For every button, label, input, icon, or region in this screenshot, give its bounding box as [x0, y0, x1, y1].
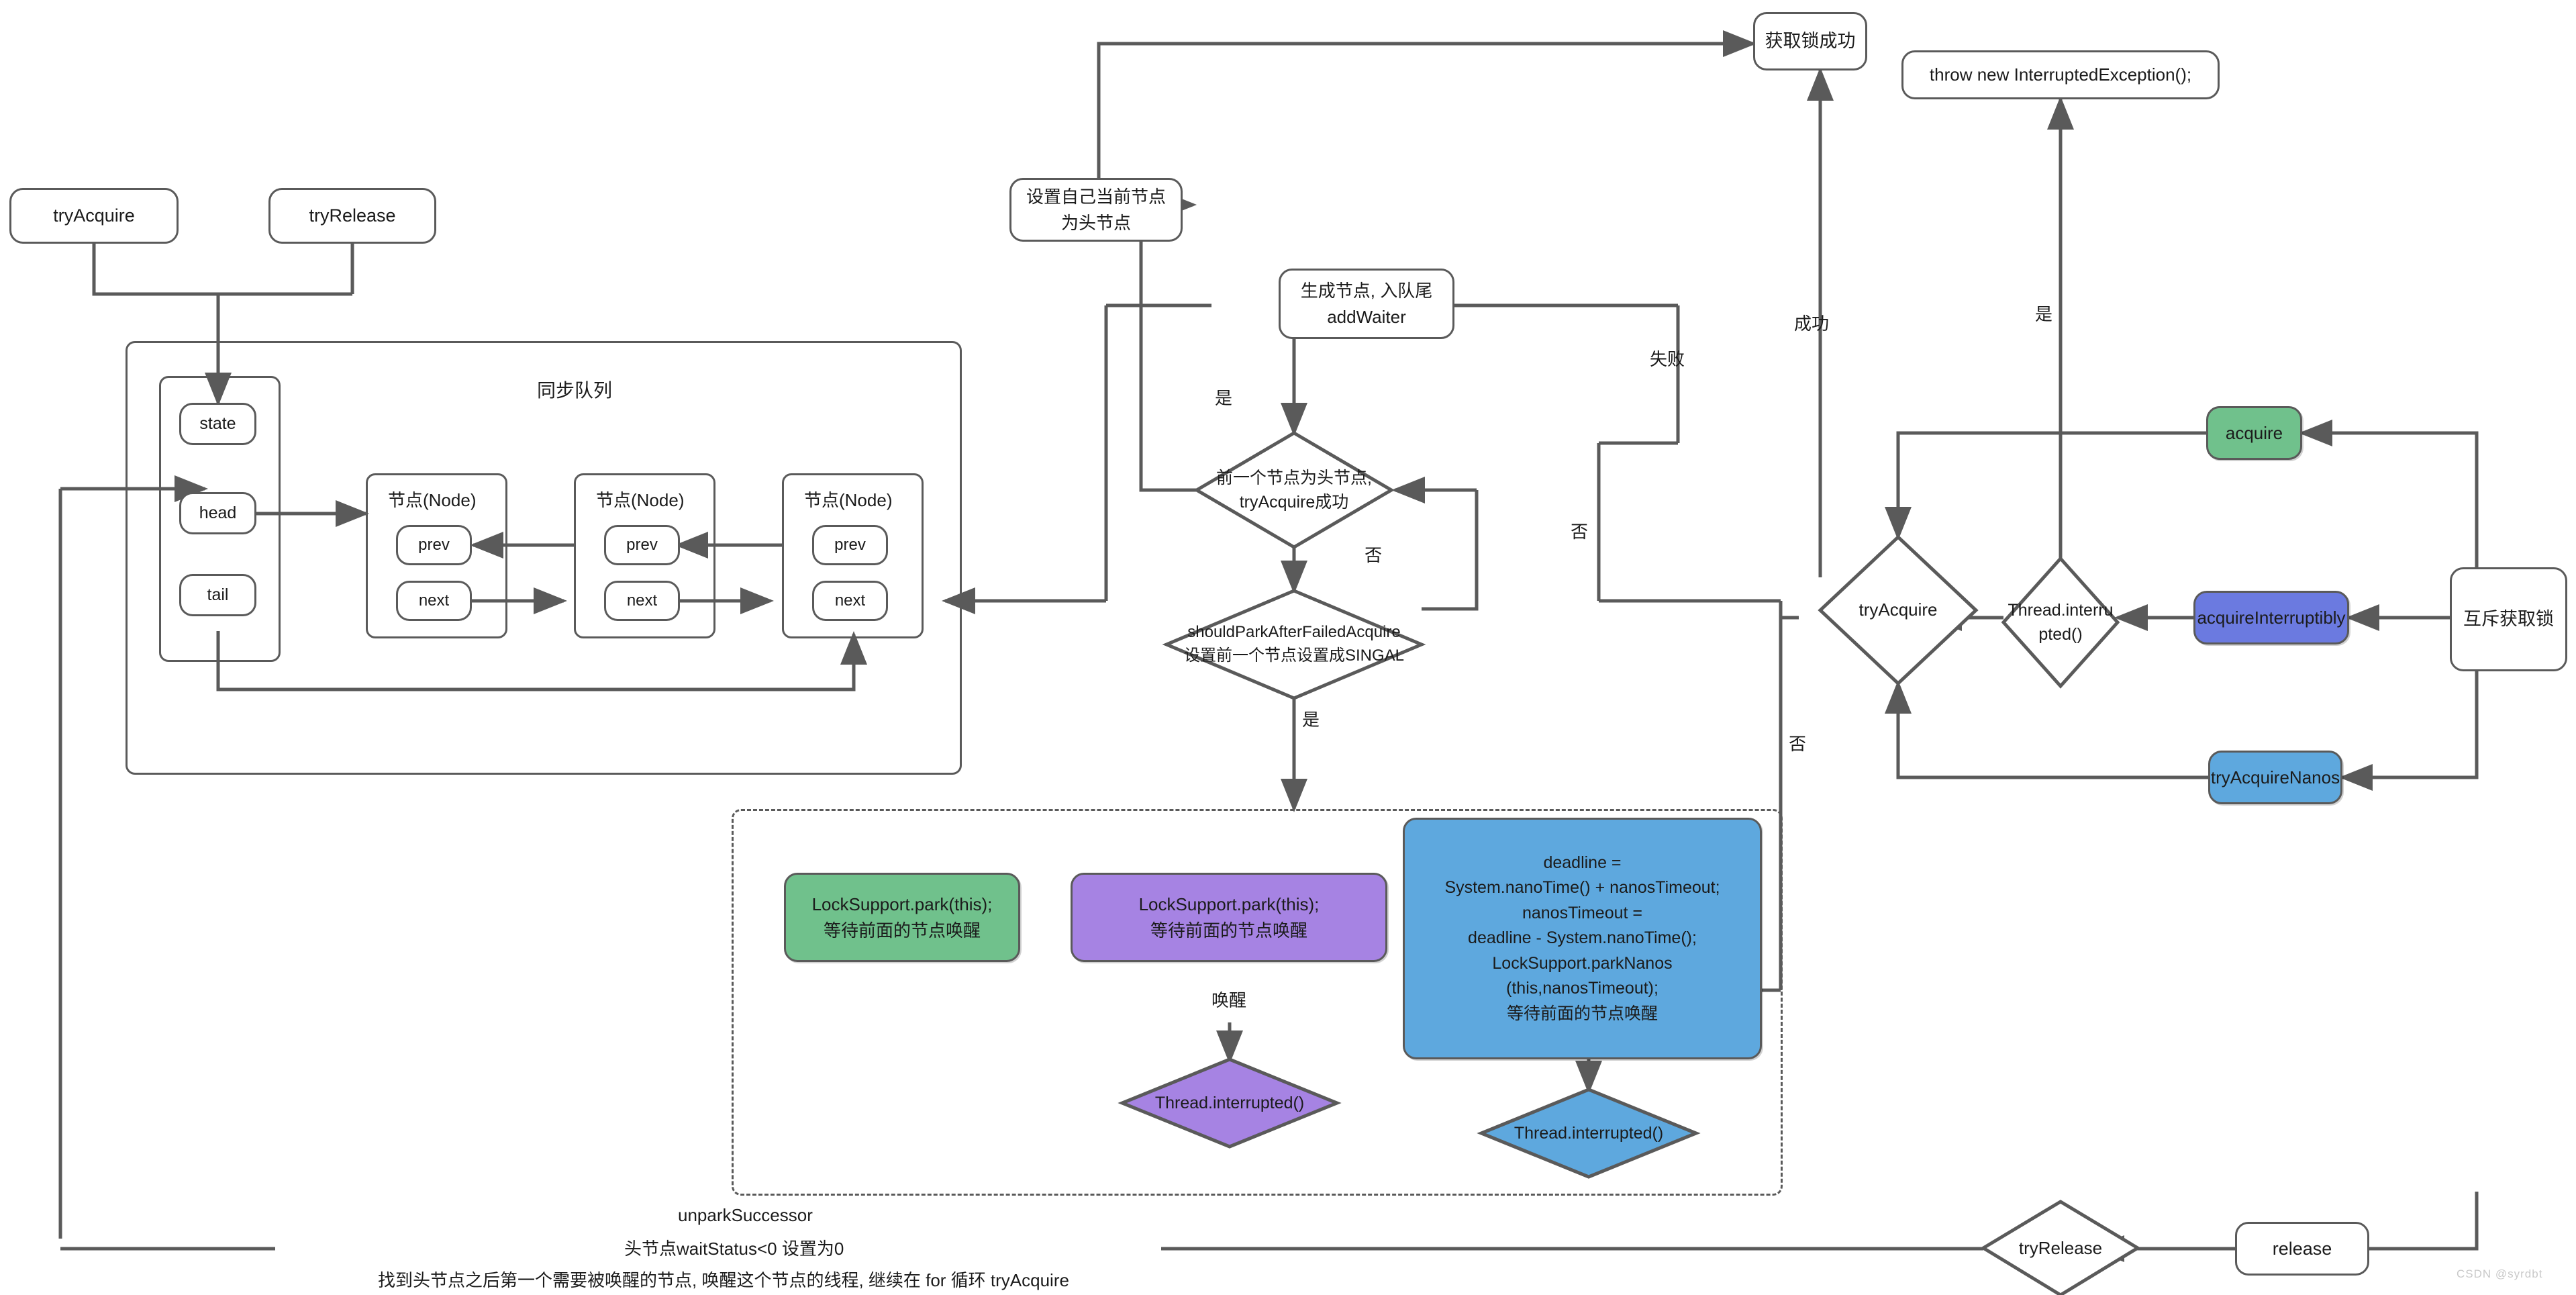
edge-label-yes-1: 是: [1215, 388, 1233, 408]
decision-thread-interrupted[interactable]: Thread.interru pted(): [2001, 556, 2120, 689]
edge-label-fail: 失败: [1650, 349, 1685, 369]
decision-label-line2: tryAcquire成功: [1239, 493, 1349, 512]
decision-pred-is-head[interactable]: 前一个节点为头节点, tryAcquire成功: [1193, 431, 1395, 549]
decision-thread-interrupted-blue[interactable]: Thread.interrupted(): [1477, 1088, 1701, 1179]
decision-thread-interrupted-purple[interactable]: Thread.interrupted(): [1118, 1057, 1342, 1149]
node-acquire-interruptibly[interactable]: acquireInterruptibly: [2193, 591, 2349, 644]
queue-node-2-title: 节点(Node): [596, 490, 685, 510]
diagram-canvas: tryAcquire tryRelease 同步队列 state head ta…: [0, 0, 2576, 1295]
node-label: tryRelease: [309, 205, 396, 226]
decision-try-acquire[interactable]: tryAcquire: [1818, 534, 1979, 686]
node-acquire-lock-success[interactable]: 获取锁成功: [1753, 12, 1867, 70]
watermark: CSDN @syrdbt: [2457, 1267, 2543, 1280]
node-try-acquire-top[interactable]: tryAcquire: [9, 188, 179, 244]
queue-node-1-next[interactable]: next: [396, 581, 472, 621]
queue-node-2-prev[interactable]: prev: [604, 525, 680, 565]
node-acquire[interactable]: acquire: [2206, 406, 2302, 460]
decision-label-line1: Thread.interru: [2008, 600, 2114, 620]
queue-node-3-next[interactable]: next: [812, 581, 888, 621]
node-set-current-node-as-head[interactable]: 设置自己当前节点 为头节点: [1009, 178, 1183, 242]
decision-label: Thread.interrupted(): [1514, 1123, 1664, 1143]
node-throw-interrupted-exception[interactable]: throw new InterruptedException();: [1901, 50, 2220, 99]
node-try-release-top[interactable]: tryRelease: [268, 188, 436, 244]
edge-label-no-3: 否: [1789, 734, 1807, 754]
node-try-acquire-nanos[interactable]: tryAcquireNanos: [2208, 751, 2342, 804]
decision-try-release[interactable]: tryRelease: [1980, 1200, 2141, 1295]
decision-label-line2: pted(): [2038, 625, 2083, 644]
edge-label-wake: 唤醒: [1211, 990, 1247, 1010]
queue-node-3-prev[interactable]: prev: [812, 525, 888, 565]
queue-node-1-title: 节点(Node): [388, 490, 477, 510]
decision-label: tryAcquire: [1859, 599, 1938, 620]
node-mutex-acquire-lock[interactable]: 互斥获取锁: [2450, 567, 2567, 671]
decision-label: tryRelease: [2018, 1237, 2103, 1258]
edge-label-yes-3: 是: [1302, 710, 1320, 730]
edge-label-success: 成功: [1794, 314, 1830, 334]
queue-node-1-prev[interactable]: prev: [396, 525, 472, 565]
field-state[interactable]: state: [179, 403, 256, 445]
node-park-nanos-blue[interactable]: deadline = System.nanoTime() + nanosTime…: [1403, 818, 1762, 1059]
decision-label-line1: 前一个节点为头节点,: [1216, 468, 1372, 487]
unpark-successor-line3: 找到头节点之后第一个需要被唤醒的节点, 唤醒这个节点的线程, 继续在 for 循…: [378, 1270, 1069, 1290]
node-park-green[interactable]: LockSupport.park(this); 等待前面的节点唤醒: [784, 873, 1020, 962]
sync-queue-title: 同步队列: [537, 380, 613, 401]
unpark-successor-line2: 头节点waitStatus<0 设置为0: [624, 1239, 844, 1259]
decision-label-line1: shouldParkAfterFailedAcquire: [1187, 623, 1401, 642]
node-park-purple[interactable]: LockSupport.park(this); 等待前面的节点唤醒: [1071, 873, 1387, 962]
unpark-successor-line1: unparkSuccessor: [678, 1205, 813, 1225]
decision-label-line2: 设置前一个节点设置成SINGAL: [1183, 646, 1405, 665]
node-label: tryAcquire: [53, 205, 135, 226]
queue-node-3-title: 节点(Node): [804, 490, 893, 510]
edge-label-yes-2: 是: [2035, 304, 2053, 324]
field-tail[interactable]: tail: [179, 574, 256, 616]
node-add-waiter[interactable]: 生成节点, 入队尾 addWaiter: [1279, 269, 1454, 339]
edge-label-no-1: 否: [1365, 545, 1383, 565]
queue-node-2-next[interactable]: next: [604, 581, 680, 621]
decision-label: Thread.interrupted(): [1154, 1093, 1305, 1112]
decision-should-park-after-failed-acquire[interactable]: shouldParkAfterFailedAcquire 设置前一个节点设置成S…: [1162, 589, 1426, 700]
field-head[interactable]: head: [179, 492, 256, 534]
node-release[interactable]: release: [2235, 1222, 2369, 1276]
edge-label-no-2: 否: [1571, 522, 1589, 542]
